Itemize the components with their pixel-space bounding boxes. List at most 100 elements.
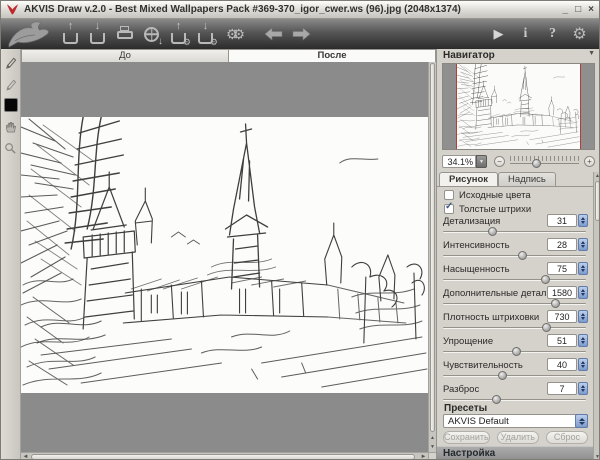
publish-web-button[interactable]: ↓ — [138, 22, 165, 46]
zoom-in-button[interactable]: + — [584, 156, 595, 167]
spinner[interactable] — [578, 262, 588, 275]
spinner[interactable] — [578, 286, 588, 299]
scroll-left-icon[interactable]: ◄ — [21, 453, 30, 460]
slider-extra-details: Дополнительные детали 1580 — [443, 287, 588, 311]
preset-save-button[interactable]: Сохранить — [443, 431, 490, 444]
slider-thumb[interactable] — [551, 299, 560, 308]
checkbox-thick-strokes[interactable]: ✓ Толстые штрихи — [444, 203, 531, 215]
window-title: AKVIS Draw v.2.0 - Best Mixed Wallpapers… — [24, 4, 558, 15]
zoom-slider-thumb[interactable] — [532, 159, 541, 168]
checkbox-original-colors[interactable]: Исходные цвета — [444, 189, 531, 201]
hand-tool-button[interactable] — [3, 118, 19, 134]
close-button[interactable]: × — [588, 3, 594, 17]
value-field[interactable]: 51 — [547, 334, 577, 347]
spinner[interactable] — [578, 358, 588, 371]
panel-scrollbar[interactable]: ▲ ▼ — [593, 172, 600, 460]
tab-drawing[interactable]: Рисунок — [439, 172, 498, 186]
value-field[interactable]: 730 — [547, 310, 577, 323]
hscroll-thumb[interactable] — [31, 454, 415, 460]
save-image-button[interactable]: ↓ — [84, 22, 111, 46]
tab-after[interactable]: После — [229, 49, 436, 62]
presets-header: Пресеты — [444, 403, 487, 414]
value-field[interactable]: 1580 — [547, 286, 577, 299]
settings-section-header[interactable]: Настройка — [437, 446, 600, 460]
scroll-up-icon[interactable]: ▲ — [430, 434, 435, 443]
zoom-slider[interactable] — [510, 156, 579, 168]
stroke-color-swatch[interactable] — [4, 98, 18, 112]
slider-track[interactable] — [443, 231, 586, 233]
about-button[interactable]: i — [512, 22, 539, 46]
slider-simplification: Упрощение 51 — [443, 335, 588, 359]
preset-reset-button[interactable]: Сброс — [546, 431, 588, 444]
slider-track[interactable] — [443, 279, 586, 281]
spinner[interactable] — [578, 382, 588, 395]
batch-processing-button[interactable]: ⚙⚙ — [219, 22, 246, 46]
slider-thumb[interactable] — [512, 347, 521, 356]
slider-thumb[interactable] — [492, 395, 501, 404]
preset-select[interactable]: AKVIS Default — [443, 414, 588, 428]
navigator-thumbnail[interactable] — [442, 63, 595, 150]
maximize-button[interactable]: □ — [575, 3, 581, 17]
zoom-value-field[interactable]: 34.1% — [442, 155, 476, 168]
draw-tool-button[interactable] — [3, 54, 19, 70]
help-button[interactable]: ? — [539, 22, 566, 46]
export-presets-button[interactable]: ↓⚙ — [192, 22, 219, 46]
undo-button[interactable] — [260, 22, 287, 46]
scroll-up-icon[interactable]: ▲ — [594, 172, 600, 180]
value-field[interactable]: 75 — [547, 262, 577, 275]
spinner[interactable] — [578, 334, 588, 347]
slider-track[interactable] — [443, 375, 586, 377]
checkbox-box[interactable] — [444, 190, 454, 200]
run-button[interactable]: ▶ — [485, 22, 512, 46]
zoom-tool-button[interactable] — [3, 140, 19, 156]
value-field[interactable]: 7 — [547, 382, 577, 395]
collapse-icon[interactable]: ▼ — [588, 50, 595, 57]
preferences-button[interactable]: ⚙ — [566, 22, 593, 46]
tab-text[interactable]: Надпись — [498, 172, 556, 186]
title-bar: AKVIS Draw v.2.0 - Best Mixed Wallpapers… — [1, 1, 599, 19]
redo-button[interactable] — [287, 22, 314, 46]
slider-thumb[interactable] — [542, 323, 551, 332]
slider-thumb[interactable] — [498, 371, 507, 380]
open-image-button[interactable]: ↑ — [57, 22, 84, 46]
import-presets-button[interactable]: ↑⚙ — [165, 22, 192, 46]
image-canvas[interactable]: ◄ ► ▲ ▼ — [21, 62, 436, 460]
eraser-tool-button[interactable] — [3, 76, 19, 92]
checkbox-box-checked[interactable]: ✓ — [444, 204, 454, 214]
scroll-down-icon[interactable]: ▼ — [430, 443, 435, 452]
scroll-right-icon[interactable]: ► — [419, 453, 428, 460]
minimize-button[interactable]: _ — [563, 3, 569, 17]
spinner[interactable] — [578, 214, 588, 227]
vscroll-thumb[interactable] — [430, 63, 435, 432]
slider-track[interactable] — [443, 255, 586, 257]
slider-track[interactable] — [443, 399, 586, 401]
preset-dropdown-icon[interactable] — [575, 414, 588, 428]
main-toolbar: ↑ ↓ ↓ ↑⚙ ↓⚙ ⚙⚙ ▶ — [1, 19, 599, 49]
view-tabs: До После — [21, 49, 436, 62]
result-image[interactable] — [21, 117, 428, 393]
zoom-dropdown-icon[interactable]: ▼ — [476, 155, 487, 168]
pscroll-thumb[interactable] — [595, 181, 600, 221]
value-field[interactable]: 31 — [547, 214, 577, 227]
vertical-scrollbar[interactable]: ▲ ▼ — [428, 62, 436, 452]
value-field[interactable]: 40 — [547, 358, 577, 371]
play-icon: ▶ — [494, 26, 504, 42]
slider-thumb[interactable] — [518, 251, 527, 260]
spinner[interactable] — [578, 238, 588, 251]
print-button[interactable] — [111, 22, 138, 46]
slider-thumb[interactable] — [488, 227, 497, 236]
scroll-down-icon[interactable]: ▼ — [594, 453, 600, 460]
slider-track[interactable] — [443, 303, 586, 305]
slider-intensity: Интенсивность 28 — [443, 239, 588, 263]
preset-delete-button[interactable]: Удалить — [497, 431, 539, 444]
spinner[interactable] — [578, 310, 588, 323]
zoom-out-button[interactable]: − — [494, 156, 505, 167]
value-field[interactable]: 28 — [547, 238, 577, 251]
horizontal-scrollbar[interactable]: ◄ ► — [21, 452, 428, 460]
tab-before[interactable]: До — [21, 49, 229, 62]
thumbnail-gutter-right — [581, 64, 594, 149]
slider-thumb[interactable] — [541, 275, 550, 284]
slider-track[interactable] — [443, 327, 586, 329]
slider-track[interactable] — [443, 351, 586, 353]
navigator-frame[interactable] — [456, 64, 581, 149]
